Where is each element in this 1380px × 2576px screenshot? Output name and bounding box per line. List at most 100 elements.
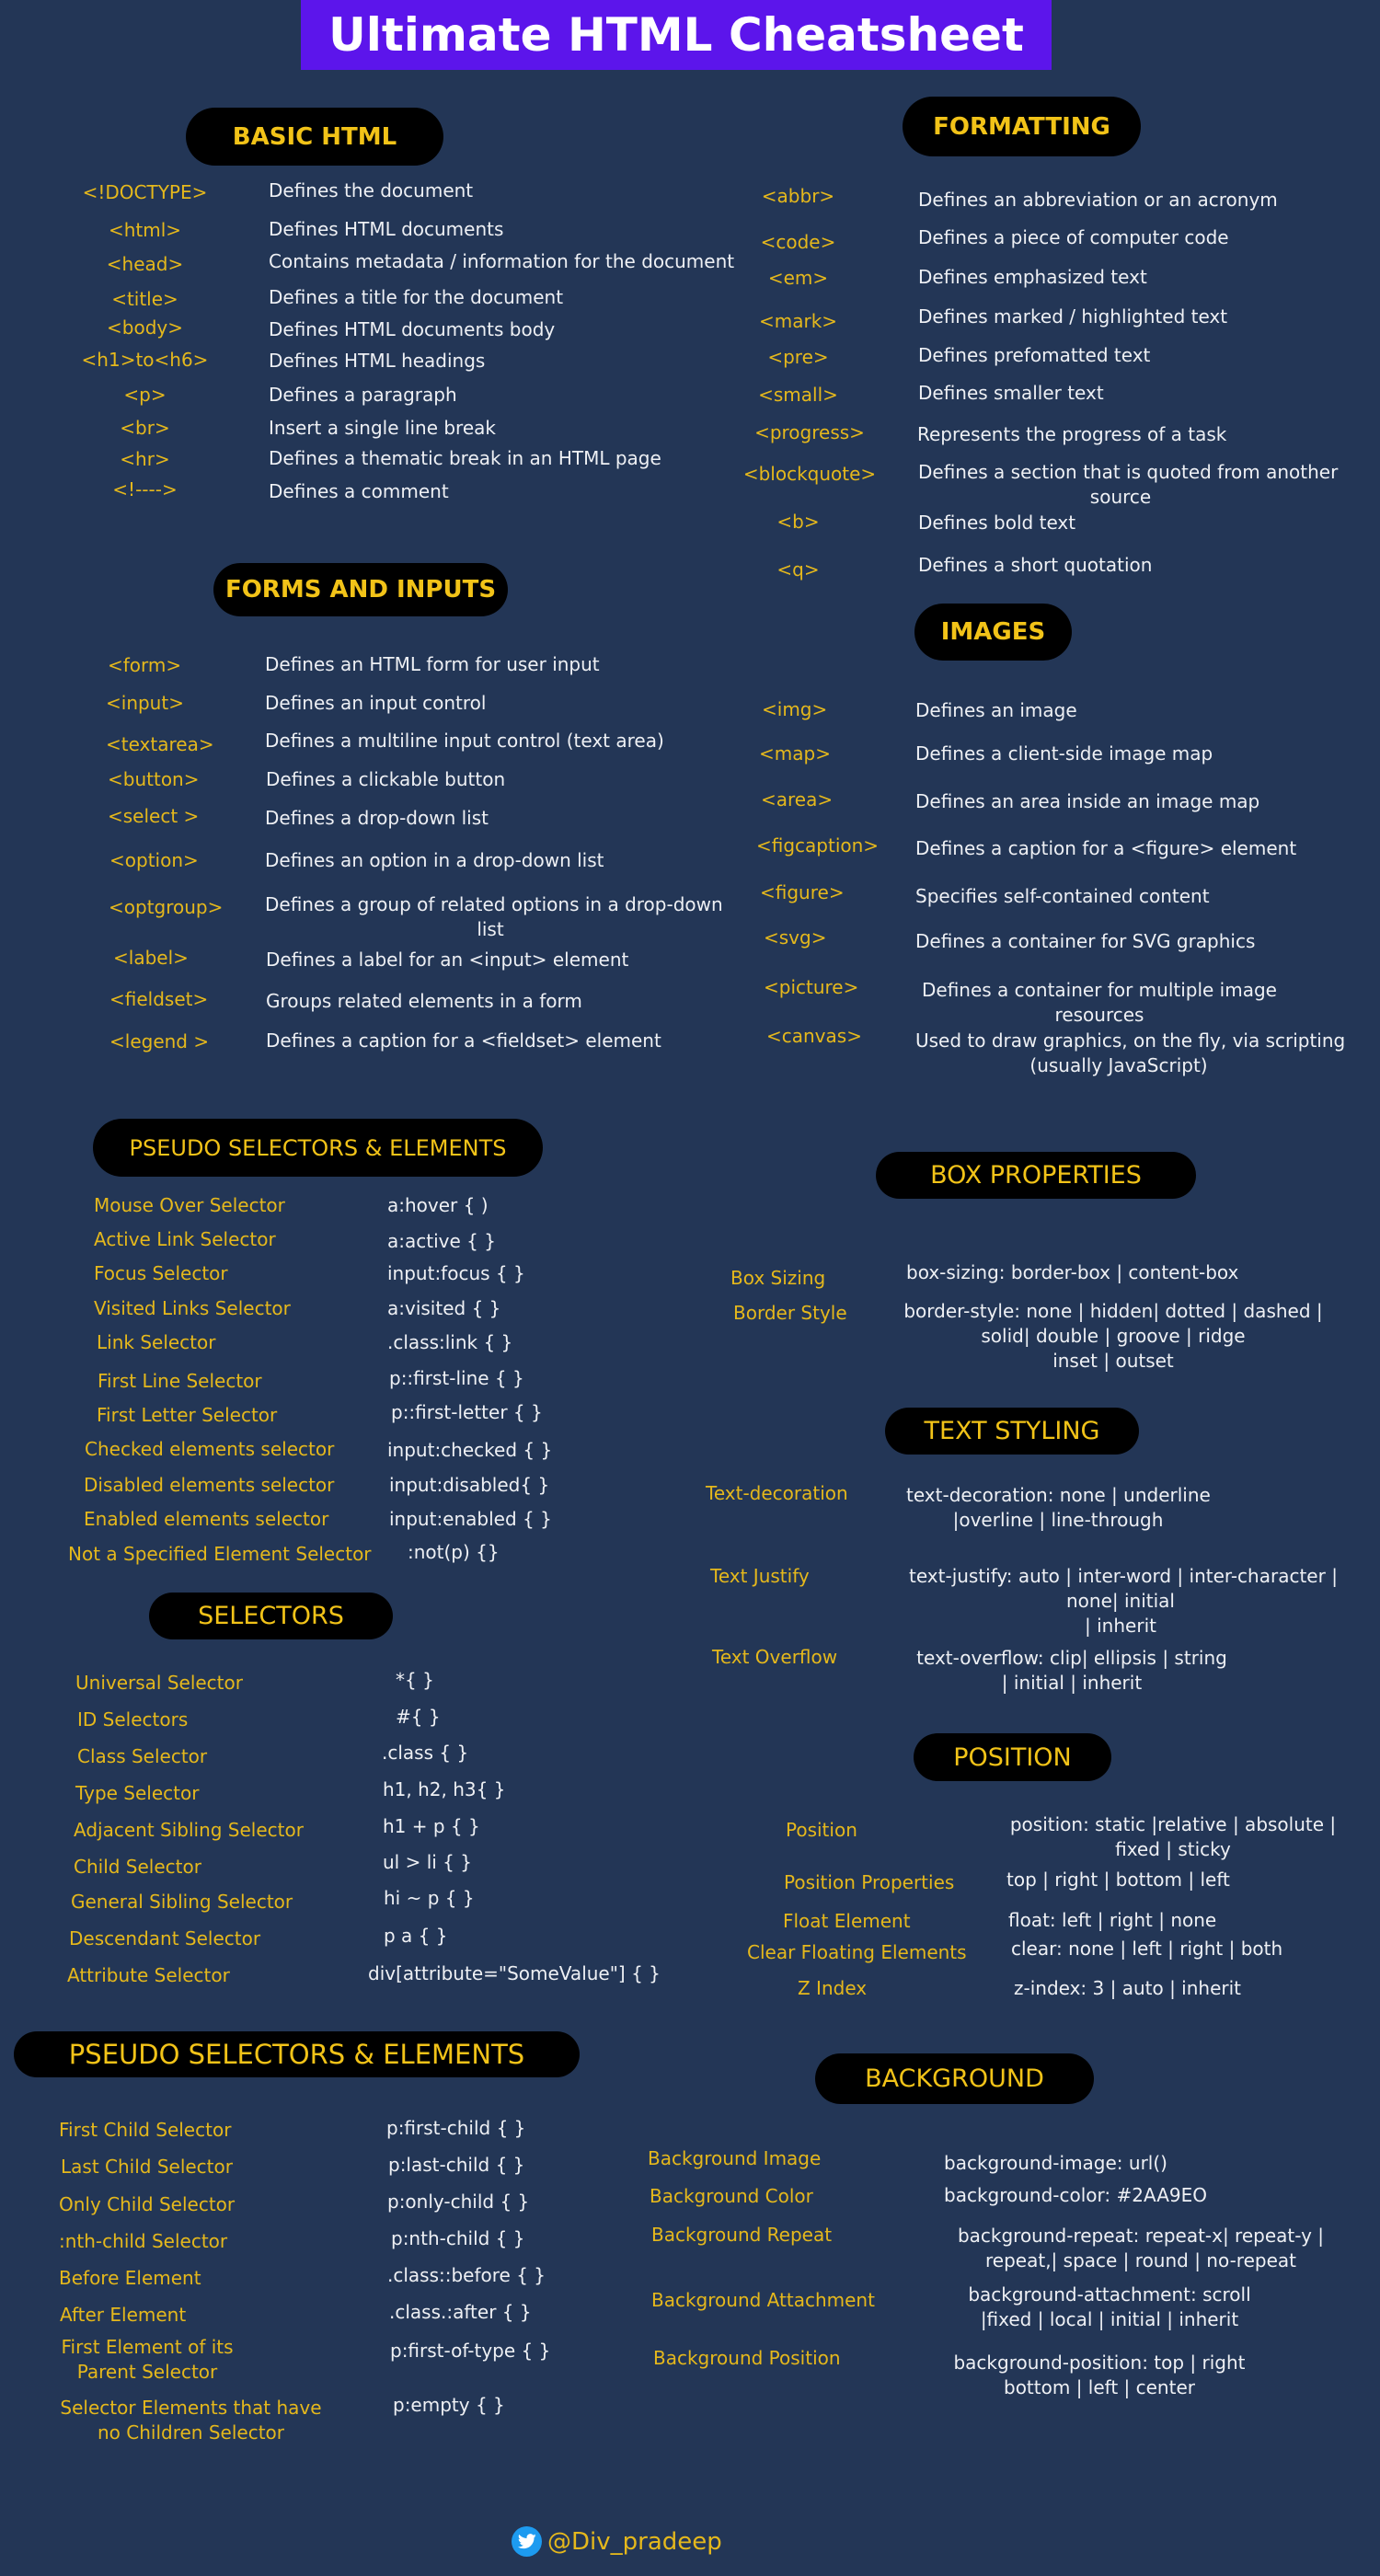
section-header-pseudo-selectors: PSEUDO SELECTORS & ELEMENTS [93,1119,543,1177]
tag-description: Defines a container for multiple image r… [915,978,1283,1028]
tag-description: Defines bold text [918,512,1076,534]
description-line: list [477,918,504,940]
page-title: Ultimate HTML Cheatsheet [328,8,1024,62]
selector-name: Only Child Selector [59,2193,236,2215]
selector-name: First Element of its Parent Selector [51,2335,244,2385]
property-values: text-decoration: none | underline |overl… [906,1483,1211,1533]
selector-name: Focus Selector [94,1262,228,1284]
section-title: BACKGROUND [865,2064,1044,2093]
tag-label: <figcaption> [756,834,880,857]
value-line: none| initial [1066,1590,1175,1612]
selector-code: h1, h2, h3{ } [383,1778,506,1800]
description-line: resources [1054,1004,1144,1026]
selector-code: input:checked { } [387,1439,553,1461]
selector-name: Visited Links Selector [94,1297,291,1319]
tag-label: <em> [767,267,829,289]
section-title: FORMATTING [933,112,1110,141]
tag-description: Defines a label for an <input> element [266,949,629,971]
selector-code: p:first-child { } [386,2117,526,2139]
twitter-handle[interactable]: @Div_pradeep [547,2528,722,2556]
tag-label: <optgroup> [109,896,224,918]
property-values: float: left | right | none [1008,1908,1216,1933]
tag-label: <input> [106,692,184,714]
selector-name: :nth-child Selector [59,2230,228,2252]
tag-label: <img> [762,698,828,720]
property-values: background-attachment: scroll |fixed | l… [944,2283,1275,2332]
title-banner: Ultimate HTML Cheatsheet [301,0,1052,70]
tag-description: Defines a short quotation [918,554,1153,576]
property-name: Clear Floating Elements [747,1941,967,1963]
tag-description: Defines HTML headings [269,350,486,372]
tag-label: <hr> [120,448,170,470]
value-line: background-color: #2AA9EO [944,2184,1208,2206]
footer-twitter-handle[interactable]: @Div_pradeep [512,2526,722,2557]
selector-code: .class:link { } [387,1331,513,1353]
value-line: text-justify: auto | inter-word | inter-… [909,1565,1338,1587]
value-line: | inherit [1085,1615,1156,1637]
tag-label: <textarea> [106,733,214,755]
value-line: text-overflow: clip| ellipsis | string [916,1647,1227,1669]
selector-code: p::first-letter { } [391,1401,543,1423]
section-title: PSEUDO SELECTORS & ELEMENTS [129,1134,507,1161]
description-line: source [1089,486,1152,508]
property-name: Text-decoration [706,1482,848,1504]
property-values: background-image: url() [944,2151,1167,2176]
tag-description: Defines emphasized text [918,266,1147,288]
tag-description: Defines an abbreviation or an acronym [918,189,1278,211]
tag-description: Defines a title for the document [269,286,564,308]
tag-label: <select > [108,805,200,827]
selector-code: input:enabled { } [389,1508,552,1530]
selector-name: Attribute Selector [67,1964,230,1986]
tag-description: Defines a piece of computer code [918,226,1229,248]
property-values: top | right | bottom | left [1006,1868,1230,1892]
selector-name: Last Child Selector [61,2156,233,2178]
value-line: box-sizing: border-box | content-box [906,1261,1239,1283]
tag-label: <map> [759,742,831,765]
selector-code: div[attribute="SomeValue"] { } [368,1962,661,1984]
section-header-forms: FORMS AND INPUTS [213,563,508,616]
tag-label: <b> [776,511,820,533]
tag-description: Defines a drop-down list [265,807,489,829]
tag-description: Defines a caption for a <fieldset> eleme… [266,1029,661,1052]
selector-code: #{ } [396,1706,441,1728]
selector-code: .class { } [382,1742,469,1764]
tag-description: Defines an option in a drop-down list [265,849,604,871]
value-line: background-attachment: scroll [968,2283,1251,2306]
selector-code: p:nth-child { } [391,2227,525,2249]
value-line: |overline | line-through [952,1509,1164,1531]
section-header-pseudo-selectors-2: PSEUDO SELECTORS & ELEMENTS [14,2031,580,2077]
selector-name: Adjacent Sibling Selector [74,1819,304,1841]
section-header-images: IMAGES [914,604,1072,661]
selector-name: Enabled elements selector [84,1508,329,1530]
selector-name: Checked elements selector [85,1438,335,1460]
tag-description: Defines a caption for a <figure> element [915,837,1297,859]
tag-label: <q> [776,558,820,581]
tag-label: <body> [107,316,183,339]
twitter-icon [512,2526,542,2557]
tag-label: <label> [113,947,189,969]
tag-label: <head> [106,253,184,275]
value-line: solid| double | groove | ridge [981,1325,1246,1347]
section-title: PSEUDO SELECTORS & ELEMENTS [68,2039,525,2070]
tag-label: <fieldset> [109,988,209,1010]
tag-description: Defines a section that is quoted from an… [918,460,1338,510]
property-name: Border Style [733,1302,847,1324]
property-name: Z Index [798,1977,868,1999]
value-line: border-style: none | hidden| dotted | da… [903,1300,1323,1322]
tag-label: <br> [120,417,170,439]
tag-description: Groups related elements in a form [266,990,582,1012]
tag-label: <title> [111,288,178,310]
value-line: inset | outset [1052,1350,1174,1372]
tag-description: Defines an image [915,699,1077,721]
tag-label: <button> [108,768,200,790]
tag-description: Specifies self-contained content [915,885,1210,907]
tag-description: Defines an input control [265,692,487,714]
selector-code: input:focus { } [387,1262,525,1284]
tag-description: Defines HTML documents [269,218,504,240]
tag-description: Defines marked / highlighted text [918,305,1228,328]
property-name: Position Properties [784,1871,955,1893]
selector-code: h1 + p { } [383,1815,480,1837]
property-name: Background Image [648,2147,822,2169]
tag-description: Defines a container for SVG graphics [915,930,1256,952]
value-line: z-index: 3 | auto | inherit [1014,1977,1242,1999]
